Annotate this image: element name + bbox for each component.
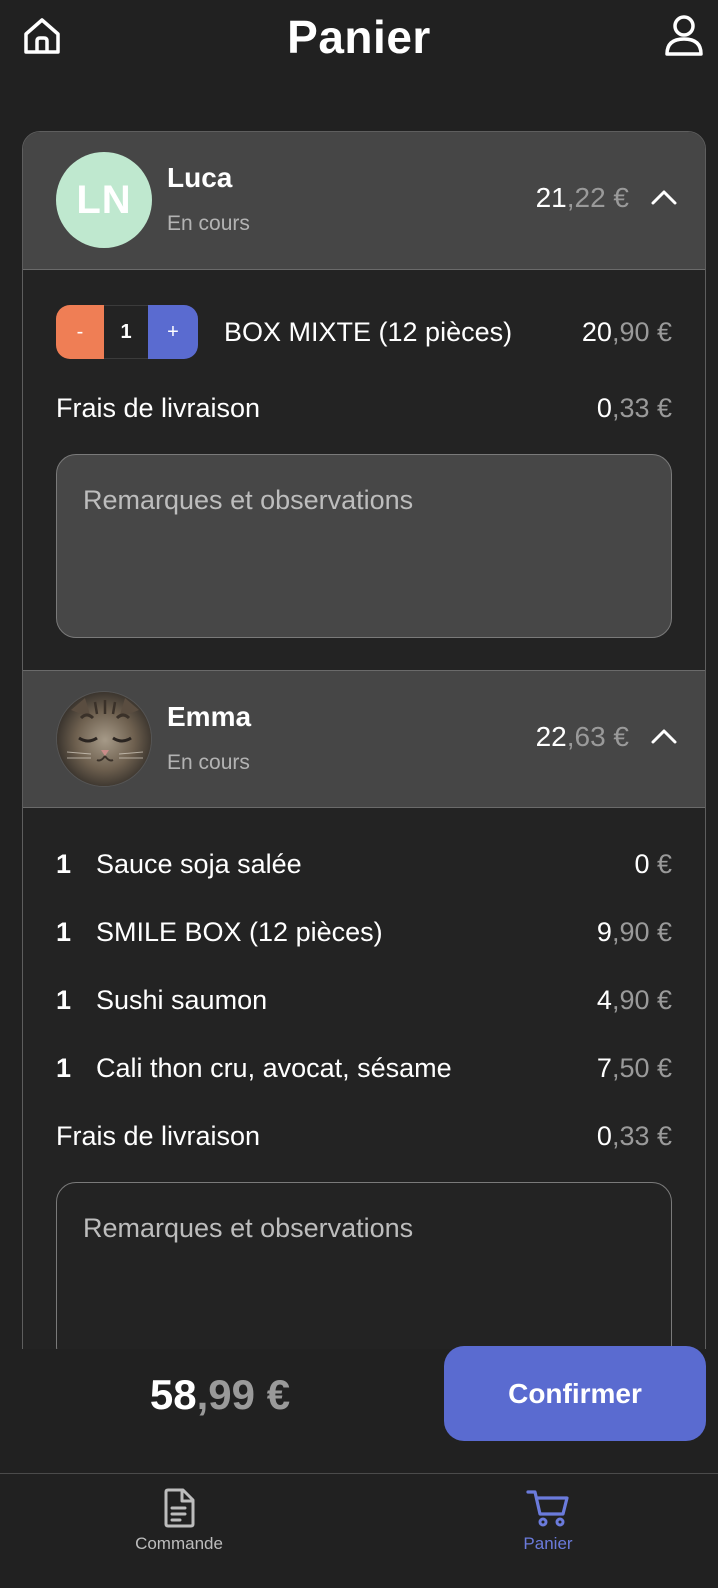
item-quantity: 1 bbox=[56, 1052, 72, 1083]
document-icon bbox=[109, 1488, 249, 1528]
order-total: 21,22 € bbox=[535, 182, 629, 213]
order-body-emma: 1 Sauce soja salée 0 € 1 SMILE BOX (12 p… bbox=[23, 808, 705, 1349]
item-price: 7,50 € bbox=[596, 1052, 672, 1083]
order-header-emma[interactable]: Emma En cours 22,63 € bbox=[23, 670, 705, 808]
item-label: BOX MIXTE (12 pièces) bbox=[224, 316, 513, 347]
tab-panier[interactable]: Panier bbox=[478, 1488, 618, 1554]
tab-label: Panier bbox=[523, 1534, 573, 1553]
grand-total: 58,99 € bbox=[149, 1371, 291, 1418]
quantity-stepper[interactable]: - 1 + bbox=[56, 305, 198, 359]
item-quantity: 1 bbox=[56, 916, 72, 947]
item-price: 9,90 € bbox=[596, 916, 672, 947]
delivery-price: 0,33 € bbox=[596, 1120, 672, 1151]
delivery-fee-row: Frais de livraison 0,33 € bbox=[56, 1114, 672, 1158]
page-title: Panier bbox=[287, 11, 431, 63]
list-item: 1 Sauce soja salée 0 € bbox=[56, 842, 672, 886]
user-icon[interactable] bbox=[664, 14, 704, 56]
increment-button[interactable]: + bbox=[148, 305, 198, 359]
avatar bbox=[56, 691, 152, 787]
list-item: BOX MIXTE (12 pièces) 20,90 € bbox=[224, 310, 672, 354]
quantity-value: 1 bbox=[104, 305, 148, 359]
item-price: 4,90 € bbox=[596, 984, 672, 1015]
item-quantity: 1 bbox=[56, 848, 72, 879]
app-header: Panier bbox=[0, 0, 718, 90]
avatar: LN bbox=[56, 152, 152, 248]
order-total: 22,63 € bbox=[535, 721, 629, 752]
list-item: 1 Cali thon cru, avocat, sésame 7,50 € bbox=[56, 1046, 672, 1090]
item-price: 20,90 € bbox=[581, 316, 672, 347]
item-label: Sauce soja salée bbox=[96, 848, 302, 879]
tab-commande[interactable]: Commande bbox=[109, 1488, 249, 1554]
delivery-price: 0,33 € bbox=[596, 392, 672, 423]
remarks-field[interactable]: Remarques et observations bbox=[56, 1182, 672, 1349]
delivery-label: Frais de livraison bbox=[56, 1120, 261, 1151]
checkout-bar: 58,99 € Confirmer bbox=[0, 1346, 718, 1473]
person-name: Luca bbox=[167, 162, 233, 193]
confirm-button[interactable]: Confirmer bbox=[444, 1346, 706, 1441]
person-name: Emma bbox=[167, 701, 252, 732]
bottom-tab-bar: Commande Panier bbox=[0, 1473, 718, 1588]
item-label: SMILE BOX (12 pièces) bbox=[96, 916, 383, 947]
tab-label: Commande bbox=[135, 1534, 223, 1553]
list-item: 1 Sushi saumon 4,90 € bbox=[56, 978, 672, 1022]
chevron-up-icon[interactable] bbox=[649, 186, 679, 208]
decrement-button[interactable]: - bbox=[56, 305, 104, 359]
cart-icon bbox=[478, 1488, 618, 1528]
order-header-luca[interactable]: LN Luca En cours 21,22 € bbox=[23, 132, 705, 270]
remarks-field[interactable]: Remarques et observations bbox=[56, 454, 672, 638]
item-price: 0 € bbox=[634, 848, 672, 879]
order-body-luca: - 1 + BOX MIXTE (12 pièces) 20,90 € Frai… bbox=[23, 270, 705, 670]
item-label: Sushi saumon bbox=[96, 984, 268, 1015]
delivery-label: Frais de livraison bbox=[56, 392, 261, 423]
chevron-up-icon[interactable] bbox=[649, 725, 679, 747]
order-status: En cours bbox=[167, 212, 250, 235]
item-quantity: 1 bbox=[56, 984, 72, 1015]
delivery-fee-row: Frais de livraison 0,33 € bbox=[56, 386, 672, 430]
item-label: Cali thon cru, avocat, sésame bbox=[96, 1052, 452, 1083]
cart-card: LN Luca En cours 21,22 € - 1 + BOX MIXTE… bbox=[22, 131, 706, 1349]
list-item: 1 SMILE BOX (12 pièces) 9,90 € bbox=[56, 910, 672, 954]
cart-scroll-area[interactable]: LN Luca En cours 21,22 € - 1 + BOX MIXTE… bbox=[22, 131, 706, 1349]
order-status: En cours bbox=[167, 751, 250, 774]
